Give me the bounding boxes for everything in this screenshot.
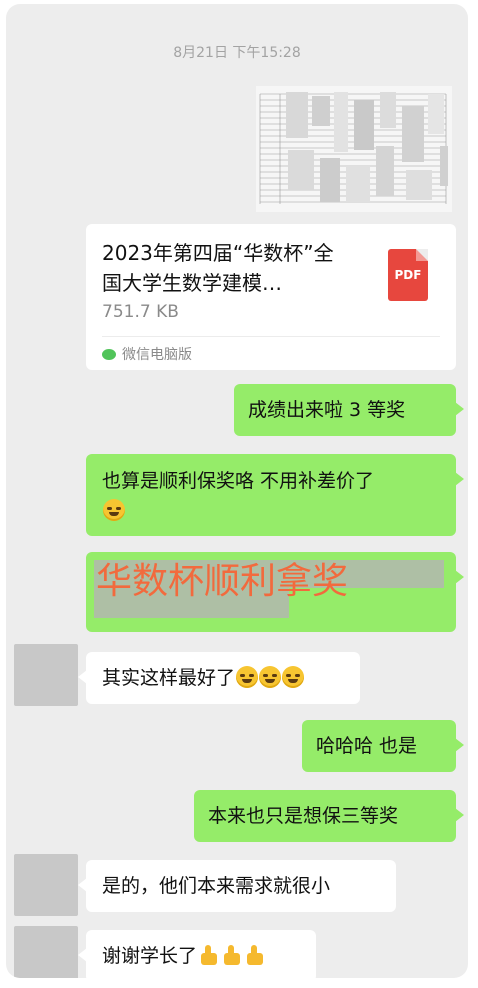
sent-message[interactable]: 华数杯顺利拿奖 bbox=[86, 552, 464, 632]
wechat-icon bbox=[102, 349, 116, 360]
sent-message[interactable]: 哈哈哈 也是 bbox=[302, 720, 464, 772]
message-text: 本来也只是想保三等奖 bbox=[208, 805, 399, 827]
message-text: 谢谢学长了 bbox=[102, 945, 198, 967]
sent-message[interactable]: 本来也只是想保三等奖 bbox=[194, 790, 464, 842]
avatar[interactable] bbox=[14, 644, 78, 706]
message-text: 哈哈哈 也是 bbox=[316, 735, 418, 757]
file-name: 2023年第四届“华数杯”全国大学生数学建模… bbox=[102, 241, 334, 295]
message-timestamp: 8月21日 下午15:28 bbox=[173, 45, 301, 61]
pdf-file-icon: PDF bbox=[388, 249, 428, 301]
message-text: 华数杯顺利拿奖 bbox=[96, 561, 349, 602]
message-text: 成绩出来啦 3 等奖 bbox=[248, 399, 406, 421]
image-message[interactable] bbox=[256, 86, 452, 212]
laughing-emoji-icon bbox=[259, 666, 282, 688]
avatar[interactable] bbox=[14, 926, 78, 978]
laughing-emoji-icon bbox=[103, 499, 125, 521]
sent-message[interactable]: 成绩出来啦 3 等奖 bbox=[234, 384, 464, 436]
laughing-emoji-icon bbox=[282, 666, 305, 688]
chat-area[interactable]: 8月21日 下午15:28 2023年第四届“华数杯”全国大学生数学建模… 75… bbox=[6, 4, 468, 978]
card-divider bbox=[102, 336, 440, 337]
pdf-label: PDF bbox=[394, 268, 422, 282]
avatar[interactable] bbox=[14, 854, 78, 916]
sent-message[interactable]: 也算是顺利保奖咯 不用补差价了 bbox=[86, 454, 464, 536]
thumbs-up-icon bbox=[221, 944, 243, 966]
message-text: 也算是顺利保奖咯 不用补差价了 bbox=[102, 470, 375, 492]
file-size: 751.7 KB bbox=[102, 302, 179, 322]
file-message-card[interactable]: 2023年第四届“华数杯”全国大学生数学建模… 751.7 KB PDF 微信电… bbox=[86, 224, 456, 370]
received-message[interactable]: 其实这样最好了 bbox=[78, 652, 360, 704]
file-source: 微信电脑版 bbox=[102, 344, 192, 364]
blurred-table-image bbox=[256, 86, 452, 212]
thumbs-up-icon bbox=[198, 944, 220, 966]
laughing-emoji-icon bbox=[236, 666, 259, 688]
file-source-label: 微信电脑版 bbox=[122, 347, 192, 363]
received-message[interactable]: 是的，他们本来需求就很小 bbox=[78, 860, 396, 912]
message-text: 其实这样最好了 bbox=[102, 667, 236, 689]
received-message[interactable]: 谢谢学长了 bbox=[78, 930, 316, 978]
thumbs-up-icon bbox=[244, 944, 266, 966]
message-text: 是的，他们本来需求就很小 bbox=[102, 875, 331, 897]
